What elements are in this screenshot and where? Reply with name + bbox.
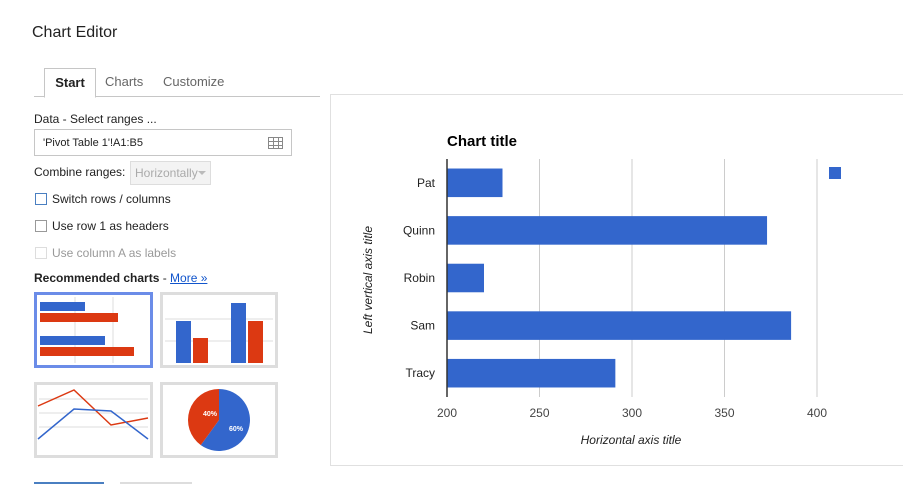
line-chart-thumbnail-icon [37,389,149,440]
y-axis-title: Left vertical axis title [361,226,375,334]
use-colA-option: Use column A as labels [35,246,176,260]
recommended-charts-heading: Recommended charts - More » [34,271,207,285]
update-button[interactable] [34,482,104,490]
combine-ranges-label: Combine ranges: [34,165,126,179]
cancel-button[interactable] [120,482,192,490]
combine-ranges-value: Horizontally [135,166,198,180]
recommended-charts-label: Recommended charts [34,271,160,285]
plot-area: 200 250 300 350 400 Pat Quinn Robin Sam Tracy [403,159,827,420]
bar [447,263,484,293]
use-row1-label: Use row 1 as headers [52,219,169,233]
bar [447,358,616,388]
use-row1-option[interactable]: Use row 1 as headers [35,219,169,233]
bar [447,216,768,245]
x-tick-label: 350 [714,406,734,420]
data-range-label: Data - Select ranges ... [34,112,157,126]
legend-swatch [829,167,841,179]
tab-start[interactable]: Start [44,68,96,98]
x-tick-label: 250 [529,406,549,420]
thumb-bar-chart[interactable] [34,292,153,368]
thumb-line-chart[interactable] [34,382,153,458]
x-tick-label: 400 [807,406,827,420]
tab-charts[interactable]: Charts [105,68,143,95]
y-category-label: Sam [410,319,435,333]
separator: - [159,271,171,285]
y-category-label: Pat [417,176,436,190]
use-colA-checkbox [35,247,47,259]
data-range-value: 'Pivot Table 1'!A1:B5 [43,137,144,149]
chevron-down-icon [198,171,206,175]
bar [447,168,503,198]
x-tick-label: 200 [437,406,457,420]
bar [447,311,792,340]
thumb-column-chart[interactable] [160,292,278,368]
column-chart-thumbnail-icon [165,303,273,363]
switch-rows-checkbox[interactable] [35,193,47,205]
x-tick-label: 300 [622,406,642,420]
combine-ranges-select[interactable]: Horizontally [130,161,211,185]
tab-customize[interactable]: Customize [163,68,224,95]
more-charts-link[interactable]: More » [170,271,207,285]
bar-chart: Chart title Horizontal axis title Left v… [361,133,841,447]
y-category-label: Tracy [405,366,435,380]
switch-rows-option[interactable]: Switch rows / columns [35,192,171,206]
pie-label-60: 60% [229,426,244,433]
pie-chart-thumbnail-icon: 40% 60% [187,389,250,451]
switch-rows-label: Switch rows / columns [52,192,171,206]
grid-select-icon[interactable] [268,137,283,149]
y-category-label: Robin [404,271,435,285]
chart-preview: Chart title Horizontal axis title Left v… [330,94,903,466]
use-row1-checkbox[interactable] [35,220,47,232]
thumb-pie-chart[interactable]: 40% 60% [160,382,278,458]
use-colA-label: Use column A as labels [52,246,177,260]
window-title: Chart Editor [32,24,118,41]
pie-label-40: 40% [203,411,218,418]
tab-bar: Start Charts Customize [34,68,320,98]
bar-chart-thumbnail-icon [40,297,134,363]
chart-title: Chart title [447,133,517,150]
x-axis-title: Horizontal axis title [581,433,682,447]
data-range-input[interactable]: 'Pivot Table 1'!A1:B5 [34,129,292,156]
y-category-label: Quinn [403,223,435,237]
